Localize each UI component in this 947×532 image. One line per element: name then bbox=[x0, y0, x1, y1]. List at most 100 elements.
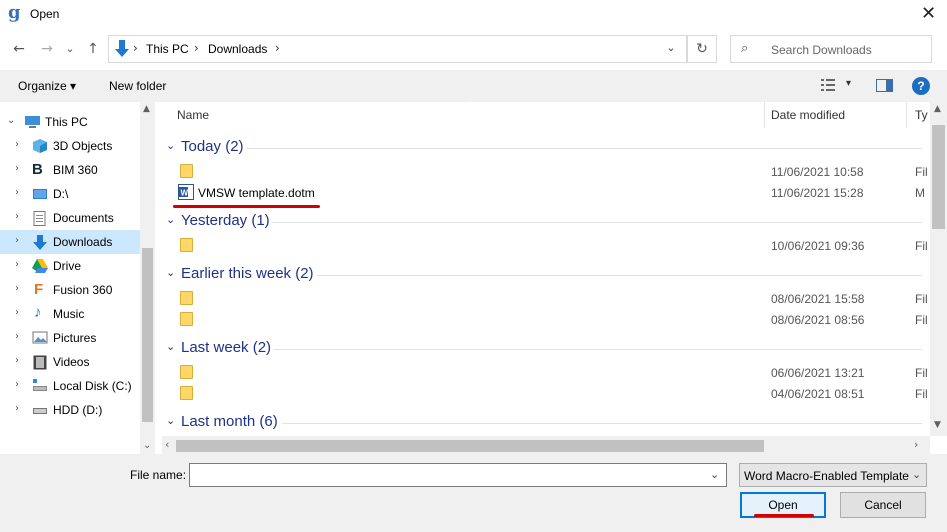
column-header-date-modified[interactable]: Date modified bbox=[771, 108, 845, 122]
group-header-yesterday[interactable]: Yesterday (1) bbox=[181, 212, 270, 229]
sidebar-item-label: BIM 360 bbox=[53, 163, 98, 177]
file-name-vmsw-template[interactable]: VMSW template.dotm bbox=[198, 186, 315, 200]
expander-icon[interactable]: › bbox=[15, 379, 19, 390]
column-divider[interactable] bbox=[764, 102, 765, 128]
videos-icon bbox=[33, 355, 49, 370]
scroll-down-icon[interactable]: ⌄ bbox=[143, 440, 151, 451]
breadcrumb-downloads[interactable]: Downloads bbox=[208, 42, 267, 56]
refresh-button[interactable]: ↻ bbox=[687, 35, 717, 63]
organize-button[interactable]: Organize ▾ bbox=[18, 79, 76, 93]
folder-icon[interactable] bbox=[180, 365, 193, 379]
view-options-icon[interactable] bbox=[820, 78, 836, 92]
sidebar-item-3d-objects[interactable]: › 3D Objects bbox=[0, 134, 140, 158]
svg-text:W: W bbox=[181, 189, 189, 198]
folder-icon[interactable] bbox=[180, 312, 193, 326]
footer-panel: File name: ⌄ Word Macro-Enabled Template… bbox=[0, 454, 947, 532]
scroll-up-icon[interactable]: ▲ bbox=[934, 104, 941, 114]
expander-icon[interactable]: ⌄ bbox=[7, 115, 15, 126]
search-input[interactable]: Search Downloads bbox=[771, 43, 872, 57]
expander-icon[interactable]: › bbox=[15, 187, 19, 198]
breadcrumb-separator: › bbox=[275, 41, 280, 55]
app-icon: g bbox=[8, 2, 21, 23]
expander-icon[interactable]: › bbox=[15, 139, 19, 150]
back-button[interactable]: ← bbox=[8, 38, 30, 60]
sidebar-item-documents[interactable]: › Documents bbox=[0, 206, 140, 230]
address-bar[interactable]: › This PC › Downloads › ⌄ bbox=[108, 35, 687, 63]
group-header-earlier-this-week[interactable]: Earlier this week (2) bbox=[181, 265, 314, 282]
expander-icon[interactable]: › bbox=[15, 235, 19, 246]
scroll-right-icon[interactable]: › bbox=[914, 438, 918, 451]
recent-locations-button[interactable]: ⌄ bbox=[62, 38, 78, 60]
sidebar-item-label: Fusion 360 bbox=[53, 283, 113, 297]
row-type: Fil bbox=[915, 313, 928, 327]
sidebar-item-music[interactable]: › ♪ Music bbox=[0, 302, 140, 326]
breadcrumb-this-pc[interactable]: This PC bbox=[146, 42, 189, 56]
sidebar-item-this-pc[interactable]: ⌄ This PC bbox=[0, 110, 140, 134]
sidebar-item-d-drive[interactable]: › D:\ bbox=[0, 182, 140, 206]
sidebar-item-pictures[interactable]: › Pictures bbox=[0, 326, 140, 350]
computer-icon bbox=[24, 115, 40, 129]
sidebar-scroll-thumb[interactable] bbox=[142, 248, 153, 422]
folder-icon[interactable] bbox=[180, 386, 193, 400]
row-type: Fil bbox=[915, 239, 928, 253]
forward-button[interactable]: → bbox=[36, 38, 58, 60]
expander-icon[interactable]: › bbox=[15, 163, 19, 174]
chevron-down-icon[interactable]: ⌄ bbox=[912, 468, 921, 481]
sidebar-item-hdd[interactable]: › HDD (D:) bbox=[0, 398, 140, 422]
expander-icon[interactable]: › bbox=[15, 403, 19, 414]
chevron-down-icon[interactable]: ⌄ bbox=[166, 266, 175, 279]
expander-icon[interactable]: › bbox=[15, 307, 19, 318]
sidebar-item-label: Downloads bbox=[53, 235, 113, 249]
folder-icon[interactable] bbox=[180, 291, 193, 305]
search-box[interactable]: ⌕ Search Downloads bbox=[730, 35, 932, 63]
chevron-down-icon[interactable]: ⌄ bbox=[166, 213, 175, 226]
sidebar-item-local-disk[interactable]: › Local Disk (C:) bbox=[0, 374, 140, 398]
chevron-down-icon[interactable]: ⌄ bbox=[166, 414, 175, 427]
sidebar-item-downloads[interactable]: › Downloads bbox=[0, 230, 140, 254]
sidebar-item-fusion-360[interactable]: › F Fusion 360 bbox=[0, 278, 140, 302]
up-button[interactable]: ↑ bbox=[82, 38, 104, 60]
column-header-name[interactable]: Name bbox=[177, 108, 209, 122]
chevron-down-icon[interactable]: ⌄ bbox=[166, 340, 175, 353]
column-divider[interactable] bbox=[906, 102, 907, 128]
expander-icon[interactable]: › bbox=[15, 211, 19, 222]
sort-indicator-icon: ⌃ bbox=[462, 102, 471, 110]
file-name-input[interactable]: ⌄ bbox=[189, 463, 727, 487]
sidebar-item-bim-360[interactable]: › B BIM 360 bbox=[0, 158, 140, 182]
scroll-up-icon[interactable]: ▲ bbox=[143, 104, 150, 114]
view-dropdown-icon[interactable]: ▾ bbox=[846, 78, 851, 89]
word-document-icon[interactable]: W bbox=[178, 184, 194, 200]
new-folder-button[interactable]: New folder bbox=[109, 79, 166, 93]
file-list-scroll-thumb[interactable] bbox=[932, 125, 945, 229]
expander-icon[interactable]: › bbox=[15, 259, 19, 270]
file-name-dropdown-icon[interactable]: ⌄ bbox=[710, 468, 719, 481]
expander-icon[interactable]: › bbox=[15, 331, 19, 342]
horizontal-scroll-thumb[interactable] bbox=[176, 440, 764, 452]
folder-icon[interactable] bbox=[180, 238, 193, 252]
scroll-down-icon[interactable]: ▼ bbox=[934, 420, 941, 430]
group-header-last-month[interactable]: Last month (6) bbox=[181, 413, 278, 430]
column-header-type[interactable]: Ty bbox=[915, 108, 928, 122]
cancel-button[interactable]: Cancel bbox=[840, 492, 926, 518]
scroll-left-icon[interactable]: ‹ bbox=[165, 438, 169, 451]
help-icon[interactable]: ? bbox=[912, 77, 930, 95]
preview-pane-icon[interactable] bbox=[876, 79, 893, 92]
close-button[interactable]: ✕ bbox=[910, 0, 947, 30]
file-name-label: File name: bbox=[130, 468, 187, 482]
cube-icon bbox=[32, 139, 48, 153]
sidebar-item-label: Music bbox=[53, 307, 85, 321]
sidebar-item-label: Local Disk (C:) bbox=[53, 379, 132, 393]
sidebar-item-label: Videos bbox=[53, 355, 90, 369]
folder-icon[interactable] bbox=[180, 164, 193, 178]
expander-icon[interactable]: › bbox=[15, 355, 19, 366]
sidebar-item-videos[interactable]: › Videos bbox=[0, 350, 140, 374]
group-divider bbox=[247, 148, 922, 149]
file-type-select[interactable]: Word Macro-Enabled Template ⌄ bbox=[739, 463, 927, 487]
chevron-down-icon[interactable]: ⌄ bbox=[166, 139, 175, 152]
address-dropdown-icon[interactable]: ⌄ bbox=[661, 41, 681, 54]
search-icon: ⌕ bbox=[741, 41, 749, 56]
group-header-last-week[interactable]: Last week (2) bbox=[181, 339, 271, 356]
sidebar-item-drive[interactable]: › Drive bbox=[0, 254, 140, 278]
group-header-today[interactable]: Today (2) bbox=[181, 138, 244, 155]
expander-icon[interactable]: › bbox=[15, 283, 19, 294]
